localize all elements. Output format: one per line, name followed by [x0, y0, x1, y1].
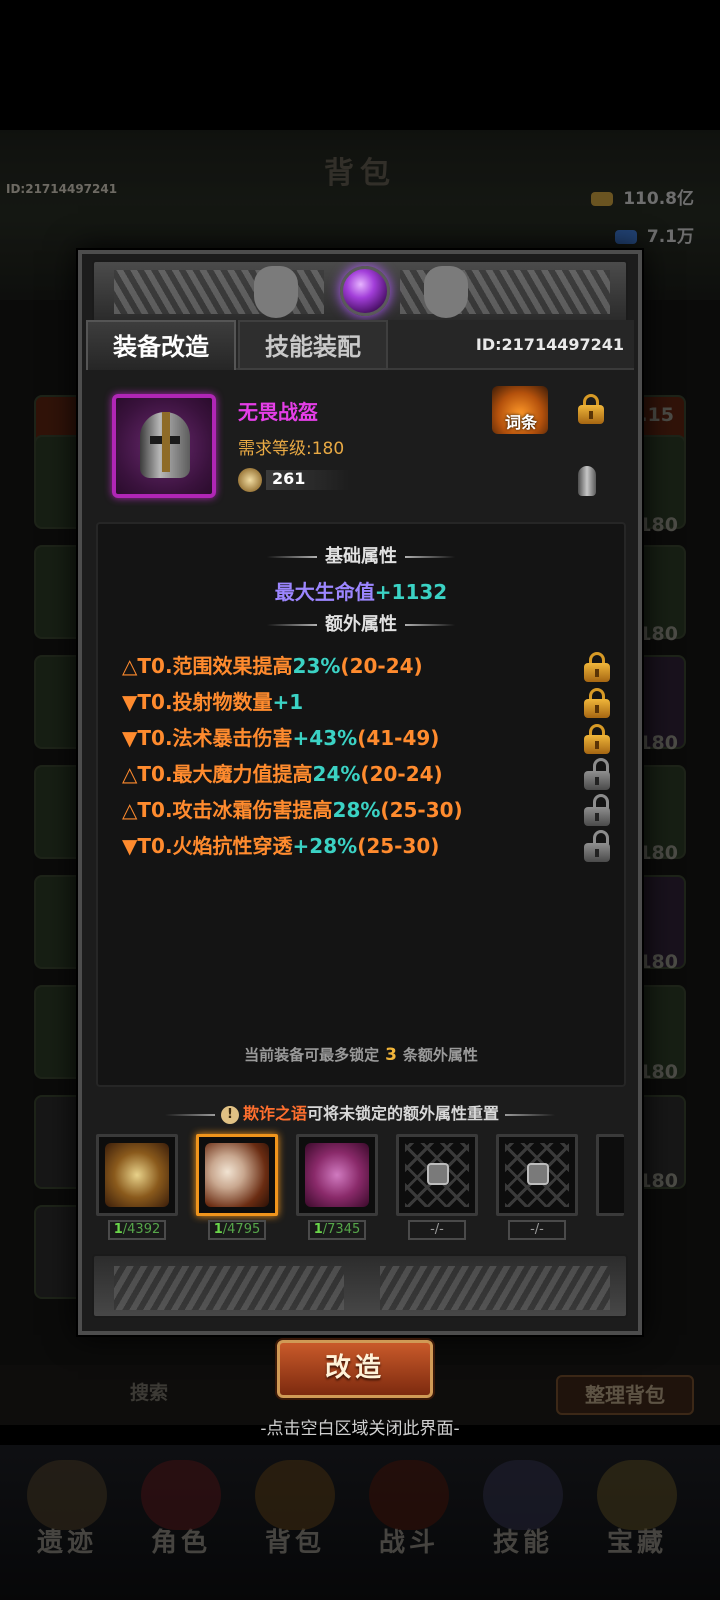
power-value: 261: [272, 469, 306, 488]
affix-row: △T0.范围效果提高23%(20-24): [122, 650, 423, 680]
base-attr-line: 最大生命值+1132: [98, 576, 624, 605]
title-divider-right: [405, 624, 455, 626]
affix-row: ▼T0.法术暴击伤害+43%(41-49): [122, 722, 439, 752]
material-slot[interactable]: [296, 1134, 378, 1216]
affix-value: +43%: [292, 726, 358, 750]
affix-range: (25-30): [380, 798, 463, 822]
affix-value: 23%: [292, 654, 341, 678]
left-bone-wing: [114, 1266, 344, 1310]
affix-name: 范围效果提高: [172, 654, 293, 678]
affix-row: △T0.攻击冰霜伤害提高28%(25-30): [122, 794, 463, 824]
tab-equipment-reforge[interactable]: 装备改造: [86, 320, 236, 370]
lock-note-text: 当前装备可最多锁定: [244, 1046, 380, 1064]
dialog-bottom-ornament: [92, 1254, 628, 1318]
item-requirement: 需求等级:180: [238, 439, 345, 459]
reset-hint-text: 可将未锁定的额外属性重置: [307, 1104, 500, 1123]
affix-name: 攻击冰霜伤害提高: [172, 798, 333, 822]
item-icon-frame[interactable]: [112, 394, 216, 498]
affix-value: 28%: [332, 798, 381, 822]
material-count: -/-: [508, 1220, 566, 1240]
gargoyle-face-right: [424, 266, 468, 318]
affix-lock-unlocked-icon[interactable]: [584, 830, 610, 862]
hint-divider-right: [505, 1113, 556, 1116]
affix-button-label[interactable]: 词条: [494, 409, 548, 433]
affix-lock-locked-icon[interactable]: [584, 688, 610, 718]
right-bone-wing: [380, 1266, 610, 1310]
title-divider-right: [405, 556, 455, 558]
affix-lock-locked-icon[interactable]: [584, 724, 610, 754]
reforge-button[interactable]: 改造: [277, 1340, 433, 1398]
affix-range: (25-30): [357, 834, 440, 858]
affix-value: +1: [272, 690, 304, 714]
chained-lock-icon: [527, 1163, 549, 1185]
title-divider-left: [267, 556, 317, 558]
material-count: 1/7345: [308, 1220, 366, 1240]
affix-value: +28%: [292, 834, 358, 858]
material-count: 1/4795: [208, 1220, 266, 1240]
affix-lock-locked-icon[interactable]: [584, 652, 610, 682]
equipment-reforge-dialog: 装备改造 技能装配 ID:21714497241 无畏战盔 需求等级:180 2…: [78, 250, 642, 1335]
affix-range: (20-24): [340, 654, 423, 678]
equip-slot-helmet-icon: [578, 466, 596, 496]
base-attr-title-text: 基础属性: [325, 546, 397, 567]
close-hint: -点击空白区域关闭此界面-: [260, 1419, 460, 1439]
extra-attr-title: 额外属性: [98, 610, 624, 636]
affix-row: △T0.最大魔力值提高24%(20-24): [122, 758, 443, 788]
dialog-player-id: ID:21714497241: [475, 335, 624, 354]
reset-hint: ! 欺诈之语可将未锁定的额外属性重置: [82, 1100, 638, 1124]
locked-material-slot-partial[interactable]: [596, 1134, 624, 1216]
material-name: 欺诈之语: [242, 1104, 307, 1123]
affix-lock-unlocked-icon[interactable]: [584, 794, 610, 826]
affix-tier: △T0.: [122, 762, 173, 786]
attribute-panel: 基础属性 最大生命值+1132 额外属性 △T0.范围效果提高23%(20-24…: [96, 522, 626, 1087]
affix-row: ▼T0.火焰抗性穿透+28%(25-30): [122, 830, 439, 860]
affix-name: 火焰抗性穿透: [172, 834, 293, 858]
extra-attr-title-text: 额外属性: [325, 614, 397, 635]
screen: 背包 ID:21714497241 110.8亿 7.1万 .15 180 18…: [0, 0, 720, 1600]
affix-row: ▼T0.投射物数量+1: [122, 686, 303, 716]
lock-note-count: 3: [385, 1045, 397, 1065]
twin-masks-icon: [205, 1143, 269, 1207]
material-count: -/-: [408, 1220, 466, 1240]
material-slot-selected[interactable]: [196, 1134, 278, 1216]
affix-name: 投射物数量: [172, 690, 273, 714]
chained-lock-icon: [427, 1163, 449, 1185]
lock-limit-note: 当前装备可最多锁定 3 条额外属性: [98, 1044, 624, 1065]
affix-tier: ▼T0.: [122, 690, 173, 714]
affix-range: (41-49): [357, 726, 440, 750]
affix-name: 最大魔力值提高: [172, 762, 313, 786]
dialog-tabs: 装备改造 技能装配 ID:21714497241: [86, 320, 634, 370]
base-attr-value: +1132: [374, 580, 448, 604]
title-divider-left: [267, 624, 317, 626]
affix-name: 法术暴击伤害: [172, 726, 293, 750]
affix-value: 24%: [312, 762, 361, 786]
base-attr-name: 最大生命值: [274, 580, 375, 604]
power-medal-icon: [238, 468, 262, 492]
tab-skill-equip[interactable]: 技能装配: [238, 320, 388, 370]
lock-note-text: 条额外属性: [402, 1046, 478, 1064]
golden-orb-icon: [105, 1143, 169, 1207]
locked-material-slot[interactable]: [396, 1134, 478, 1216]
item-name: 无畏战盔: [238, 400, 318, 424]
locked-material-slot[interactable]: [496, 1134, 578, 1216]
info-icon: !: [220, 1105, 239, 1124]
helmet-trim: [162, 412, 170, 472]
affix-range: (20-24): [360, 762, 443, 786]
affix-tier: △T0.: [122, 798, 173, 822]
gargoyle-face-left: [254, 266, 298, 318]
affix-tier: ▼T0.: [122, 726, 173, 750]
purple-orb-icon: [340, 266, 390, 316]
hint-divider-left: [164, 1113, 215, 1116]
affix-tier: △T0.: [122, 654, 173, 678]
purple-scroll-icon: [305, 1143, 369, 1207]
material-count: 1/4392: [108, 1220, 166, 1240]
material-slot[interactable]: [96, 1134, 178, 1216]
affix-tier: ▼T0.: [122, 834, 173, 858]
item-lock-icon[interactable]: [578, 394, 604, 424]
affix-lock-unlocked-icon[interactable]: [584, 758, 610, 790]
base-attr-title: 基础属性: [98, 542, 624, 568]
dialog-top-ornament: [92, 260, 628, 324]
